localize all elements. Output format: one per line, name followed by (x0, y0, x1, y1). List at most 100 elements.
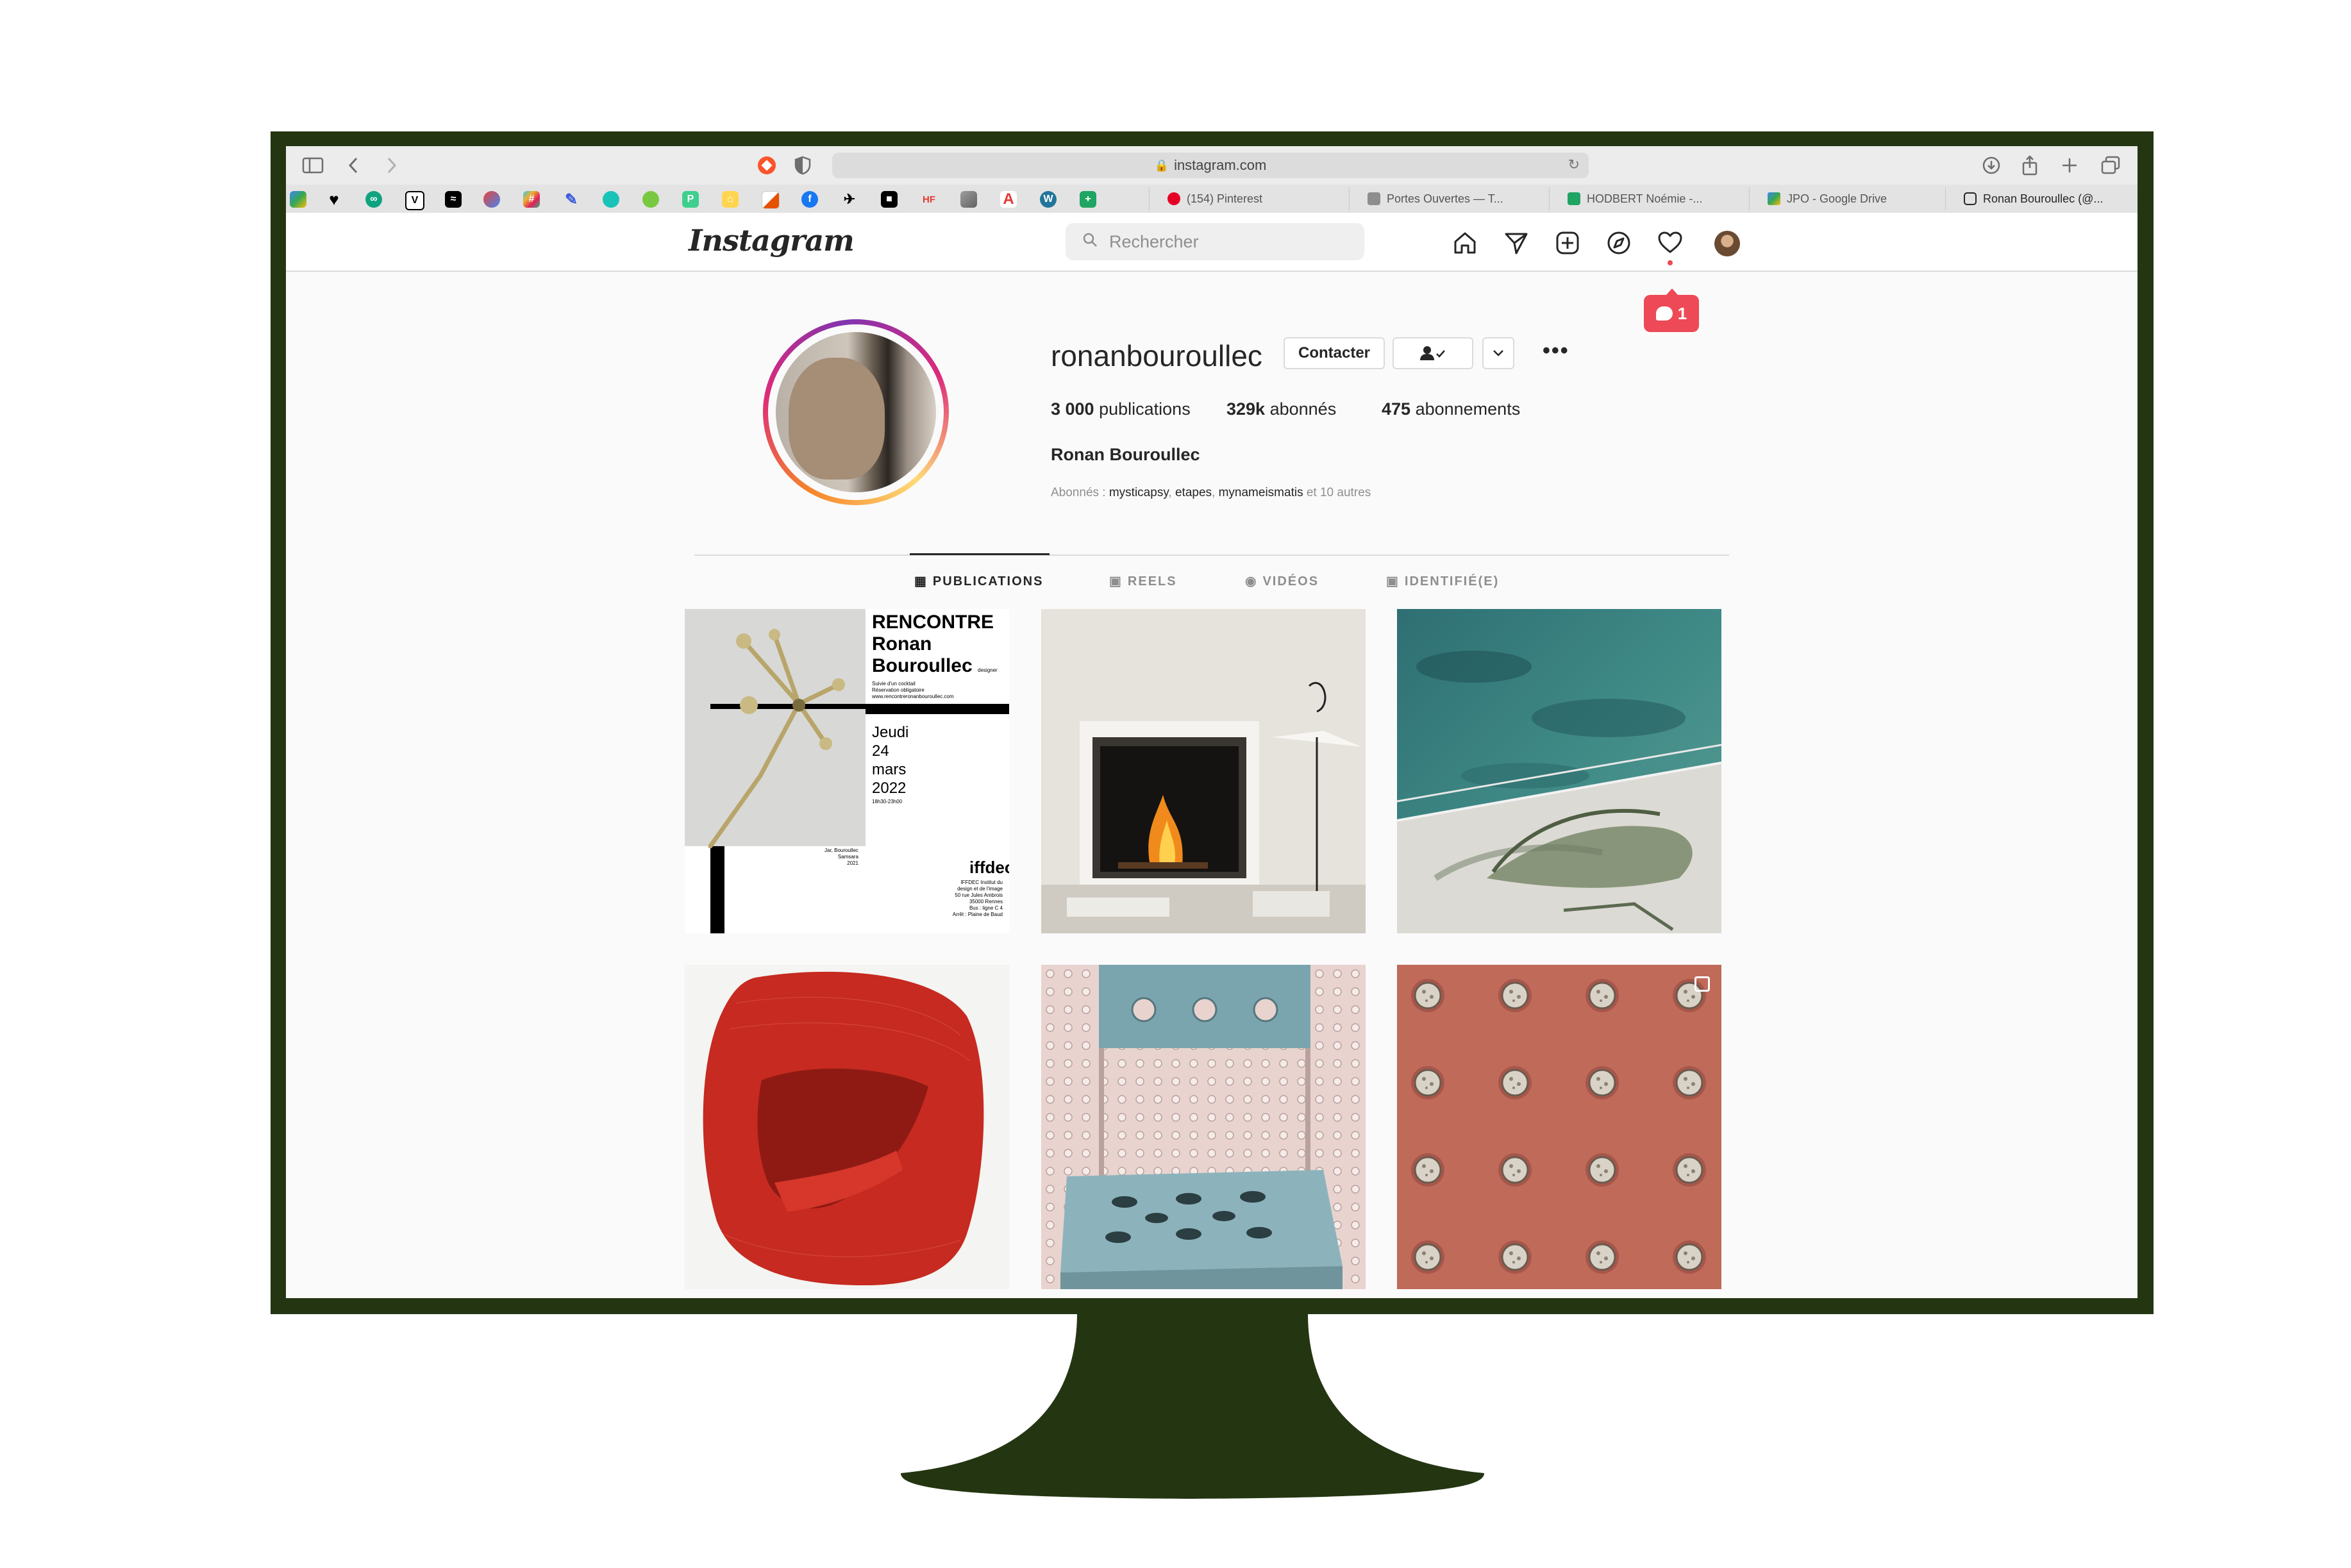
more-options-icon[interactable]: ••• (1543, 338, 1569, 363)
post-fireplace[interactable] (1041, 609, 1366, 933)
tab-publications[interactable]: ▦ PUBLICATIONS (914, 573, 1043, 589)
address-url: instagram.com (1174, 157, 1267, 173)
tab-label: HODBERT Noémie -... (1587, 192, 1703, 205)
downloads-icon[interactable] (1979, 154, 2004, 177)
tab-reels[interactable]: ▣ REELS (1109, 573, 1177, 589)
post-sea-bench[interactable] (1397, 609, 1721, 933)
address-bar[interactable]: 🔒 instagram.com ↻ (832, 153, 1589, 178)
poster-title: RENCONTRE Ronan Bouroullec designer (872, 612, 998, 676)
home-icon[interactable] (1452, 229, 1478, 256)
teal-bookmark-icon[interactable] (603, 191, 619, 208)
tab-pinterest[interactable]: (154) Pinterest (1149, 187, 1349, 210)
profile-face (789, 358, 885, 480)
privacy-shield-icon[interactable] (790, 154, 816, 177)
profile-avatar-icon[interactable] (1714, 231, 1740, 256)
profile-full-name: Ronan Bouroullec (1051, 445, 1200, 464)
followers-stat[interactable]: 329k abonnés (1226, 399, 1336, 419)
search-placeholder: Rechercher (1109, 231, 1199, 251)
facebook-icon[interactable]: f (801, 191, 818, 208)
page-icon (1368, 192, 1380, 205)
monitor-stand (901, 1313, 1484, 1499)
home-bookmark-icon[interactable]: ⌂ (722, 191, 739, 208)
post-poster[interactable]: RENCONTRE Ronan Bouroullec designer Suiv… (685, 609, 1009, 933)
tab-tagged[interactable]: ▣ IDENTIFIÉ(E) (1386, 573, 1499, 589)
search-icon (1082, 232, 1098, 252)
direct-messages-icon[interactable] (1503, 229, 1530, 256)
green-bookmark-icon[interactable] (642, 191, 659, 208)
new-post-icon[interactable] (1554, 229, 1581, 256)
contact-button[interactable]: Contacter (1284, 337, 1385, 369)
tagged-icon: ▣ (1386, 574, 1400, 588)
p-bookmark-icon[interactable]: P (682, 191, 699, 208)
grid-icon: ▦ (914, 574, 928, 588)
active-tab-indicator (910, 553, 1050, 555)
suggestions-dropdown-button[interactable] (1482, 337, 1514, 369)
slack-icon[interactable]: # (523, 191, 540, 208)
tab-label: Ronan Bouroullec (@... (1983, 192, 2104, 205)
poster-address: IFFDEC Institut du design et de l'image … (952, 880, 1003, 917)
chevron-down-icon (1493, 350, 1503, 356)
share-icon[interactable] (2017, 154, 2043, 177)
colors-bookmark-icon[interactable] (483, 191, 500, 208)
tab-hodbert[interactable]: HODBERT Noémie -... (1549, 187, 1749, 210)
tactile-chair-photo (1041, 965, 1366, 1289)
instagram-header: Instagram Rechercher (286, 213, 2138, 272)
tab-google-drive[interactable]: JPO - Google Drive (1749, 187, 1945, 210)
fireplace-photo (1041, 609, 1366, 933)
followed-by[interactable]: Abonnés : mysticapsy, etapes, mynameisma… (1051, 486, 1371, 500)
tab-overview-icon[interactable] (2098, 154, 2123, 177)
sidebar-toggle-icon[interactable] (300, 154, 326, 177)
red-chair-photo (685, 965, 1009, 1289)
video-icon: ◉ (1245, 574, 1258, 588)
gray-bookmark-icon[interactable] (960, 191, 977, 208)
plane-bookmark-icon[interactable]: ✈ (841, 191, 858, 208)
sea-bench-photo (1397, 609, 1721, 933)
profile-picture[interactable] (763, 319, 949, 505)
shield-bookmark-icon[interactable]: ■ (881, 191, 898, 208)
reload-icon[interactable]: ↻ (1568, 156, 1580, 173)
poster-subtitle: Suivie d'un cocktail Réservation obligat… (872, 681, 954, 699)
sheets-icon (1568, 192, 1580, 205)
notification-badge[interactable]: 1 (1644, 288, 1699, 332)
post-red-dots[interactable] (1397, 965, 1721, 1289)
poster-date: Jeudi 24 mars 2022 18h30-23h00 (872, 724, 909, 805)
sheets-bookmark-icon[interactable]: + (1080, 191, 1096, 208)
google-drive-icon[interactable] (290, 191, 306, 208)
notification-dot (1668, 260, 1673, 265)
adobe-icon[interactable]: A (1000, 190, 1017, 208)
profile-photo (776, 332, 936, 492)
post-tactile-chair[interactable] (1041, 965, 1366, 1289)
tab-videos[interactable]: ◉ VIDÉOS (1245, 573, 1319, 589)
wordpress-icon[interactable]: W (1040, 191, 1057, 208)
browser-screen: 🔒 instagram.com ↻ ♥ ∞ V ≈ # ✎ P ⌂ f ✈ ■ … (286, 146, 2138, 1298)
back-arrow-icon[interactable] (344, 154, 363, 177)
wave-bookmark-icon[interactable]: ≈ (445, 191, 462, 208)
explore-compass-icon[interactable] (1605, 229, 1632, 256)
tab-portes-ouvertes[interactable]: Portes Ouvertes — T... (1349, 187, 1549, 210)
pen-bookmark-icon[interactable]: ✎ (563, 191, 580, 208)
heart-bookmark-icon[interactable]: ♥ (326, 190, 342, 209)
forward-arrow-icon[interactable] (382, 154, 401, 177)
tab-instagram-active[interactable]: Ronan Bouroullec (@... (1945, 187, 2138, 210)
person-check-icon (1420, 346, 1445, 360)
openai-icon[interactable]: ∞ (365, 191, 382, 208)
browser-toolbar: 🔒 instagram.com ↻ (286, 146, 2138, 185)
hf-bookmark-icon[interactable]: HF (921, 191, 937, 208)
activity-heart-icon[interactable] (1657, 229, 1684, 256)
v-bookmark-icon[interactable]: V (405, 191, 424, 210)
orange-bookmark-icon[interactable] (762, 191, 780, 209)
brave-shield-icon[interactable] (754, 154, 780, 177)
search-input[interactable]: Rechercher (1066, 223, 1364, 260)
poster-credit: Jar, Bouroullec Samsara 2021 (824, 847, 858, 866)
instagram-icon (1964, 192, 1977, 205)
notification-count: 1 (1677, 303, 1687, 323)
instagram-logo[interactable]: Instagram (689, 223, 855, 258)
pinterest-icon (1167, 192, 1180, 205)
carousel-icon (1694, 976, 1710, 992)
following-button[interactable] (1393, 337, 1473, 369)
new-tab-icon[interactable] (2057, 154, 2082, 177)
post-red-chair[interactable] (685, 965, 1009, 1289)
tab-label: (154) Pinterest (1187, 192, 1263, 205)
following-stat[interactable]: 475 abonnements (1382, 399, 1520, 419)
profile-username: ronanbouroullec (1051, 339, 1262, 372)
